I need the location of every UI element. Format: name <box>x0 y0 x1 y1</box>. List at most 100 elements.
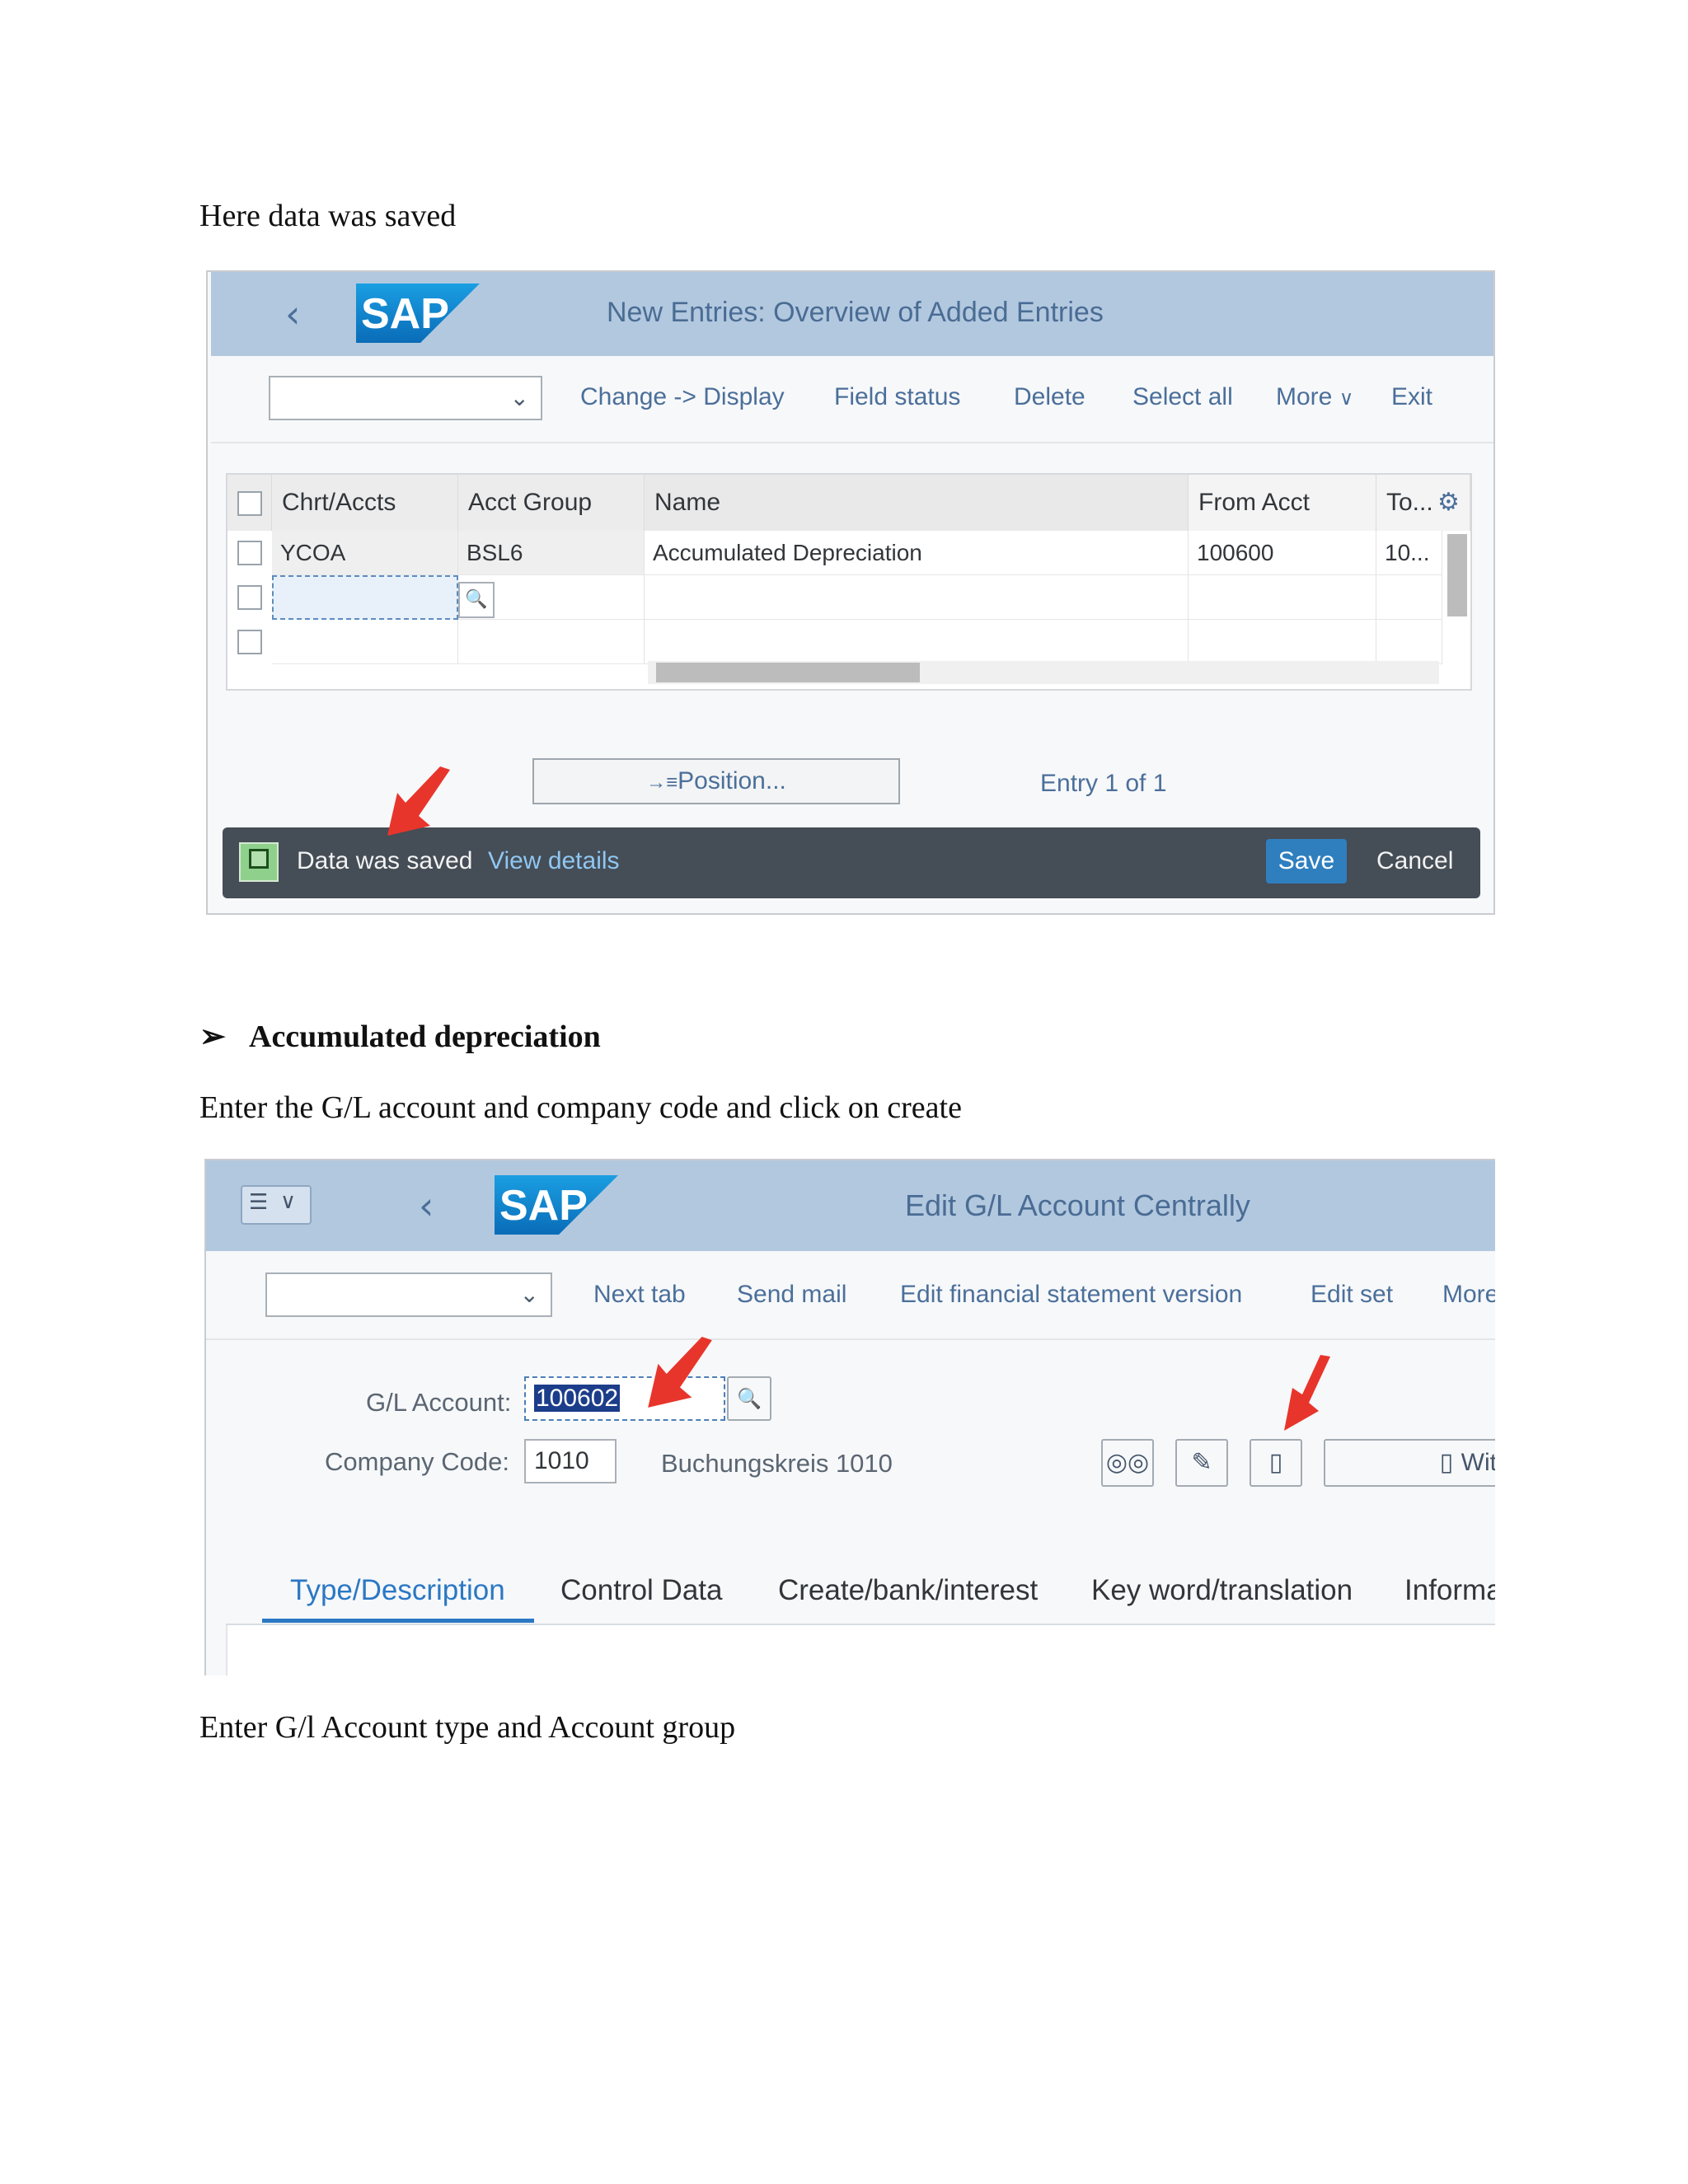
edit-pencil-icon[interactable]: ✎ <box>1175 1439 1228 1487</box>
tab-control-data[interactable]: Control Data <box>560 1574 722 1607</box>
row-checkbox[interactable] <box>237 585 262 610</box>
toolbar: ⌄ Change -> Display Field status Delete … <box>211 356 1493 443</box>
settings-gear-icon[interactable]: ⚙ <box>1437 475 1460 531</box>
table-cell[interactable]: 🔍 <box>458 575 645 620</box>
table-cell[interactable]: 100600 <box>1189 531 1376 575</box>
more-label: More <box>1276 383 1333 410</box>
tab-keyword-translation[interactable]: Key word/translation <box>1091 1574 1353 1607</box>
edit-set-button[interactable]: Edit set <box>1311 1281 1393 1309</box>
back-icon[interactable]: ‹ <box>419 1183 434 1228</box>
company-code-label: Company Code: <box>325 1447 510 1476</box>
value-help-icon[interactable]: 🔍 <box>458 582 495 618</box>
table-cell[interactable]: Accumulated Depreciation <box>645 531 1189 575</box>
caption-intro: Here data was saved <box>199 199 457 233</box>
table-cell[interactable]: BSL6 <box>458 531 645 575</box>
table-cell[interactable]: 10... <box>1376 531 1442 575</box>
svg-text:SAP: SAP <box>499 1182 588 1230</box>
vertical-scrollbar[interactable] <box>1447 534 1467 616</box>
column-header[interactable]: From Acct <box>1189 475 1376 531</box>
row-checkbox[interactable] <box>237 541 262 565</box>
view-details-link[interactable]: View details <box>488 847 620 875</box>
with-template-label: Wit <box>1461 1449 1495 1476</box>
display-glasses-icon[interactable]: ◎◎ <box>1101 1439 1154 1487</box>
table-cell[interactable] <box>645 620 1189 664</box>
sap-logo: SAP <box>356 284 480 343</box>
select-all-column <box>227 475 272 531</box>
shell-bar: ‹ SAP New Entries: Overview of Added Ent… <box>211 272 1493 356</box>
variant-select[interactable]: ⌄ <box>265 1272 552 1317</box>
menu-icon: ☰ <box>249 1190 269 1215</box>
next-tab-button[interactable]: Next tab <box>593 1281 686 1309</box>
message-text: Data was saved <box>297 847 473 874</box>
screenshot-edit-gl-account: ☰ ∨ ‹ SAP Edit G/L Account Centrally ⌄ N… <box>204 1159 1495 1675</box>
chevron-down-icon: ⌄ <box>519 1282 539 1307</box>
caption-instruction-2: Enter G/l Account type and Account group <box>199 1710 736 1745</box>
select-all-button[interactable]: Select all <box>1132 383 1233 411</box>
annotation-arrow-icon <box>1284 1355 1330 1431</box>
chevron-down-icon: ∨ <box>280 1188 297 1213</box>
table-cell[interactable] <box>1376 575 1442 620</box>
position-button-label: Position... <box>678 767 786 794</box>
table-cell[interactable] <box>1376 620 1442 664</box>
annotation-arrow-icon <box>648 1337 712 1408</box>
table-cell[interactable] <box>1189 575 1376 620</box>
table-cell[interactable] <box>458 620 645 664</box>
select-all-checkbox[interactable] <box>237 491 262 516</box>
horizontal-scrollbar-thumb[interactable] <box>656 663 920 682</box>
column-header[interactable]: Chrt/Accts <box>272 475 458 531</box>
delete-button[interactable]: Delete <box>1014 383 1085 411</box>
document-icon: ▯ <box>1439 1448 1454 1477</box>
company-code-input[interactable]: 1010 <box>524 1439 617 1483</box>
company-code-description: Buchungskreis 1010 <box>661 1449 893 1478</box>
row-checkbox[interactable] <box>237 630 262 654</box>
caption-instruction-1: Enter the G/L account and company code a… <box>199 1090 962 1125</box>
success-check-icon <box>239 842 279 882</box>
page-title: Edit G/L Account Centrally <box>905 1188 1250 1222</box>
svg-text:SAP: SAP <box>361 290 449 338</box>
section-heading: ➢ Accumulated depreciation <box>199 1018 601 1055</box>
exit-button[interactable]: Exit <box>1391 383 1432 411</box>
table-cell[interactable] <box>645 575 1189 620</box>
gl-account-value: 100602 <box>534 1385 621 1412</box>
back-icon[interactable]: ‹ <box>285 292 300 336</box>
tab-information[interactable]: Informa <box>1404 1574 1495 1607</box>
tab-content-area <box>226 1625 1495 1675</box>
more-menu-button[interactable]: More <box>1442 1281 1495 1309</box>
create-document-icon[interactable]: ▯ <box>1250 1439 1302 1487</box>
tab-type-description[interactable]: Type/Description <box>290 1574 505 1607</box>
sap-logo: SAP <box>495 1175 618 1235</box>
table-cell[interactable] <box>272 620 458 664</box>
column-header-label: To... <box>1386 489 1433 516</box>
column-header[interactable]: Name <box>645 475 1189 531</box>
chart-of-accounts-input[interactable] <box>272 575 458 620</box>
position-icon: →≡ <box>646 771 678 794</box>
edit-fs-version-button[interactable]: Edit financial statement version <box>900 1281 1242 1309</box>
create-with-template-button[interactable]: ▯ Wit <box>1324 1439 1495 1487</box>
tab-create-bank-interest[interactable]: Create/bank/interest <box>778 1574 1038 1607</box>
cancel-button[interactable]: Cancel <box>1376 847 1453 875</box>
table-cell[interactable] <box>1189 620 1376 664</box>
entry-counter: Entry 1 of 1 <box>1040 770 1167 797</box>
user-menu-button[interactable]: ☰ ∨ <box>241 1185 312 1225</box>
screenshot-new-entries: ‹ SAP New Entries: Overview of Added Ent… <box>206 270 1495 915</box>
save-button[interactable]: Save <box>1266 839 1347 883</box>
page-title: New Entries: Overview of Added Entries <box>607 297 1104 328</box>
value-help-icon[interactable]: 🔍 <box>727 1376 771 1421</box>
position-button[interactable]: →≡Position... <box>532 758 900 804</box>
bullet-arrow-icon: ➢ <box>199 1019 226 1054</box>
section-heading-text: Accumulated depreciation <box>249 1019 601 1054</box>
variant-select[interactable]: ⌄ <box>269 376 542 420</box>
column-header[interactable]: Acct Group <box>458 475 645 531</box>
shell-bar: ☰ ∨ ‹ SAP Edit G/L Account Centrally <box>206 1160 1495 1251</box>
more-menu-button[interactable]: More ∨ <box>1276 383 1353 411</box>
toolbar: ⌄ Next tab Send mail Edit financial stat… <box>206 1251 1495 1340</box>
send-mail-button[interactable]: Send mail <box>737 1281 846 1309</box>
table-cell[interactable]: YCOA <box>272 531 458 575</box>
active-tab-indicator <box>262 1619 534 1623</box>
column-header[interactable]: To... ⚙ <box>1376 475 1470 531</box>
gl-account-label: G/L Account: <box>366 1388 512 1417</box>
annotation-arrow-icon <box>387 766 450 836</box>
field-status-button[interactable]: Field status <box>834 383 960 411</box>
chevron-down-icon: ⌄ <box>509 385 529 410</box>
change-display-button[interactable]: Change -> Display <box>580 383 785 411</box>
